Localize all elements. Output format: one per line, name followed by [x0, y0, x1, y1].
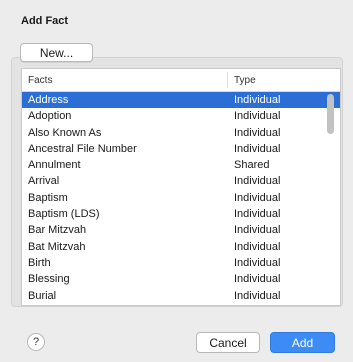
table-row[interactable]: Baptism Individual [22, 190, 340, 206]
table-body: Address Individual Adoption Individual A… [22, 92, 340, 304]
fact-type: Individual [234, 289, 281, 302]
fact-name: Annulment [28, 159, 81, 172]
fact-name: Burial [28, 289, 57, 302]
table-row[interactable]: Address Individual [22, 92, 340, 109]
column-divider [227, 72, 228, 88]
fact-type: Shared [234, 159, 270, 172]
vertical-scrollbar[interactable] [327, 94, 334, 134]
table-row[interactable]: Bar Mitzvah Individual [22, 222, 340, 238]
table-row[interactable]: Blessing Individual [22, 271, 340, 287]
fact-type: Individual [234, 256, 281, 269]
table-header: Facts Type [22, 69, 340, 92]
add-button[interactable]: Add [270, 332, 335, 353]
table-row[interactable]: Adoption Individual [22, 108, 340, 124]
fact-type: Individual [234, 273, 281, 286]
table-row[interactable]: Also Known As Individual [22, 125, 340, 141]
fact-name: Baptism [28, 191, 68, 204]
fact-type: Individual [234, 94, 281, 106]
fact-name: Bar Mitzvah [28, 224, 87, 237]
fact-type: Individual [234, 208, 281, 221]
new-fact-button[interactable]: New... [20, 43, 93, 62]
fact-type: Individual [234, 175, 281, 188]
fact-name: Ancestral File Number [28, 142, 137, 155]
fact-name: Also Known As [28, 126, 102, 139]
facts-table[interactable]: Facts Type Address Individual Adoption I… [21, 68, 341, 306]
fact-name: Arrival [28, 175, 60, 188]
column-header-facts[interactable]: Facts [28, 75, 52, 86]
fact-type: Individual [234, 126, 281, 139]
fact-name: Baptism (LDS) [28, 208, 100, 221]
table-row[interactable]: Burial Individual [22, 288, 340, 304]
fact-type: Individual [234, 142, 281, 155]
fact-type: Individual [234, 240, 281, 253]
table-row[interactable]: Arrival Individual [22, 173, 340, 189]
table-row[interactable]: Birth Individual [22, 255, 340, 271]
table-row[interactable]: Annulment Shared [22, 157, 340, 173]
table-row[interactable]: Bat Mitzvah Individual [22, 239, 340, 255]
fact-name: Adoption [28, 110, 72, 123]
fact-name: Address [28, 94, 69, 106]
fact-name: Blessing [28, 273, 70, 286]
fact-name: Birth [28, 256, 51, 269]
fact-type: Individual [234, 191, 281, 204]
table-row[interactable]: Baptism (LDS) Individual [22, 206, 340, 222]
cancel-button[interactable]: Cancel [196, 332, 260, 353]
table-row[interactable]: Ancestral File Number Individual [22, 141, 340, 157]
fact-type: Individual [234, 110, 281, 123]
dialog-title: Add Fact [21, 15, 69, 27]
help-button[interactable]: ? [27, 333, 45, 351]
column-header-type[interactable]: Type [234, 75, 256, 86]
fact-type: Individual [234, 224, 281, 237]
fact-name: Bat Mitzvah [28, 240, 86, 253]
